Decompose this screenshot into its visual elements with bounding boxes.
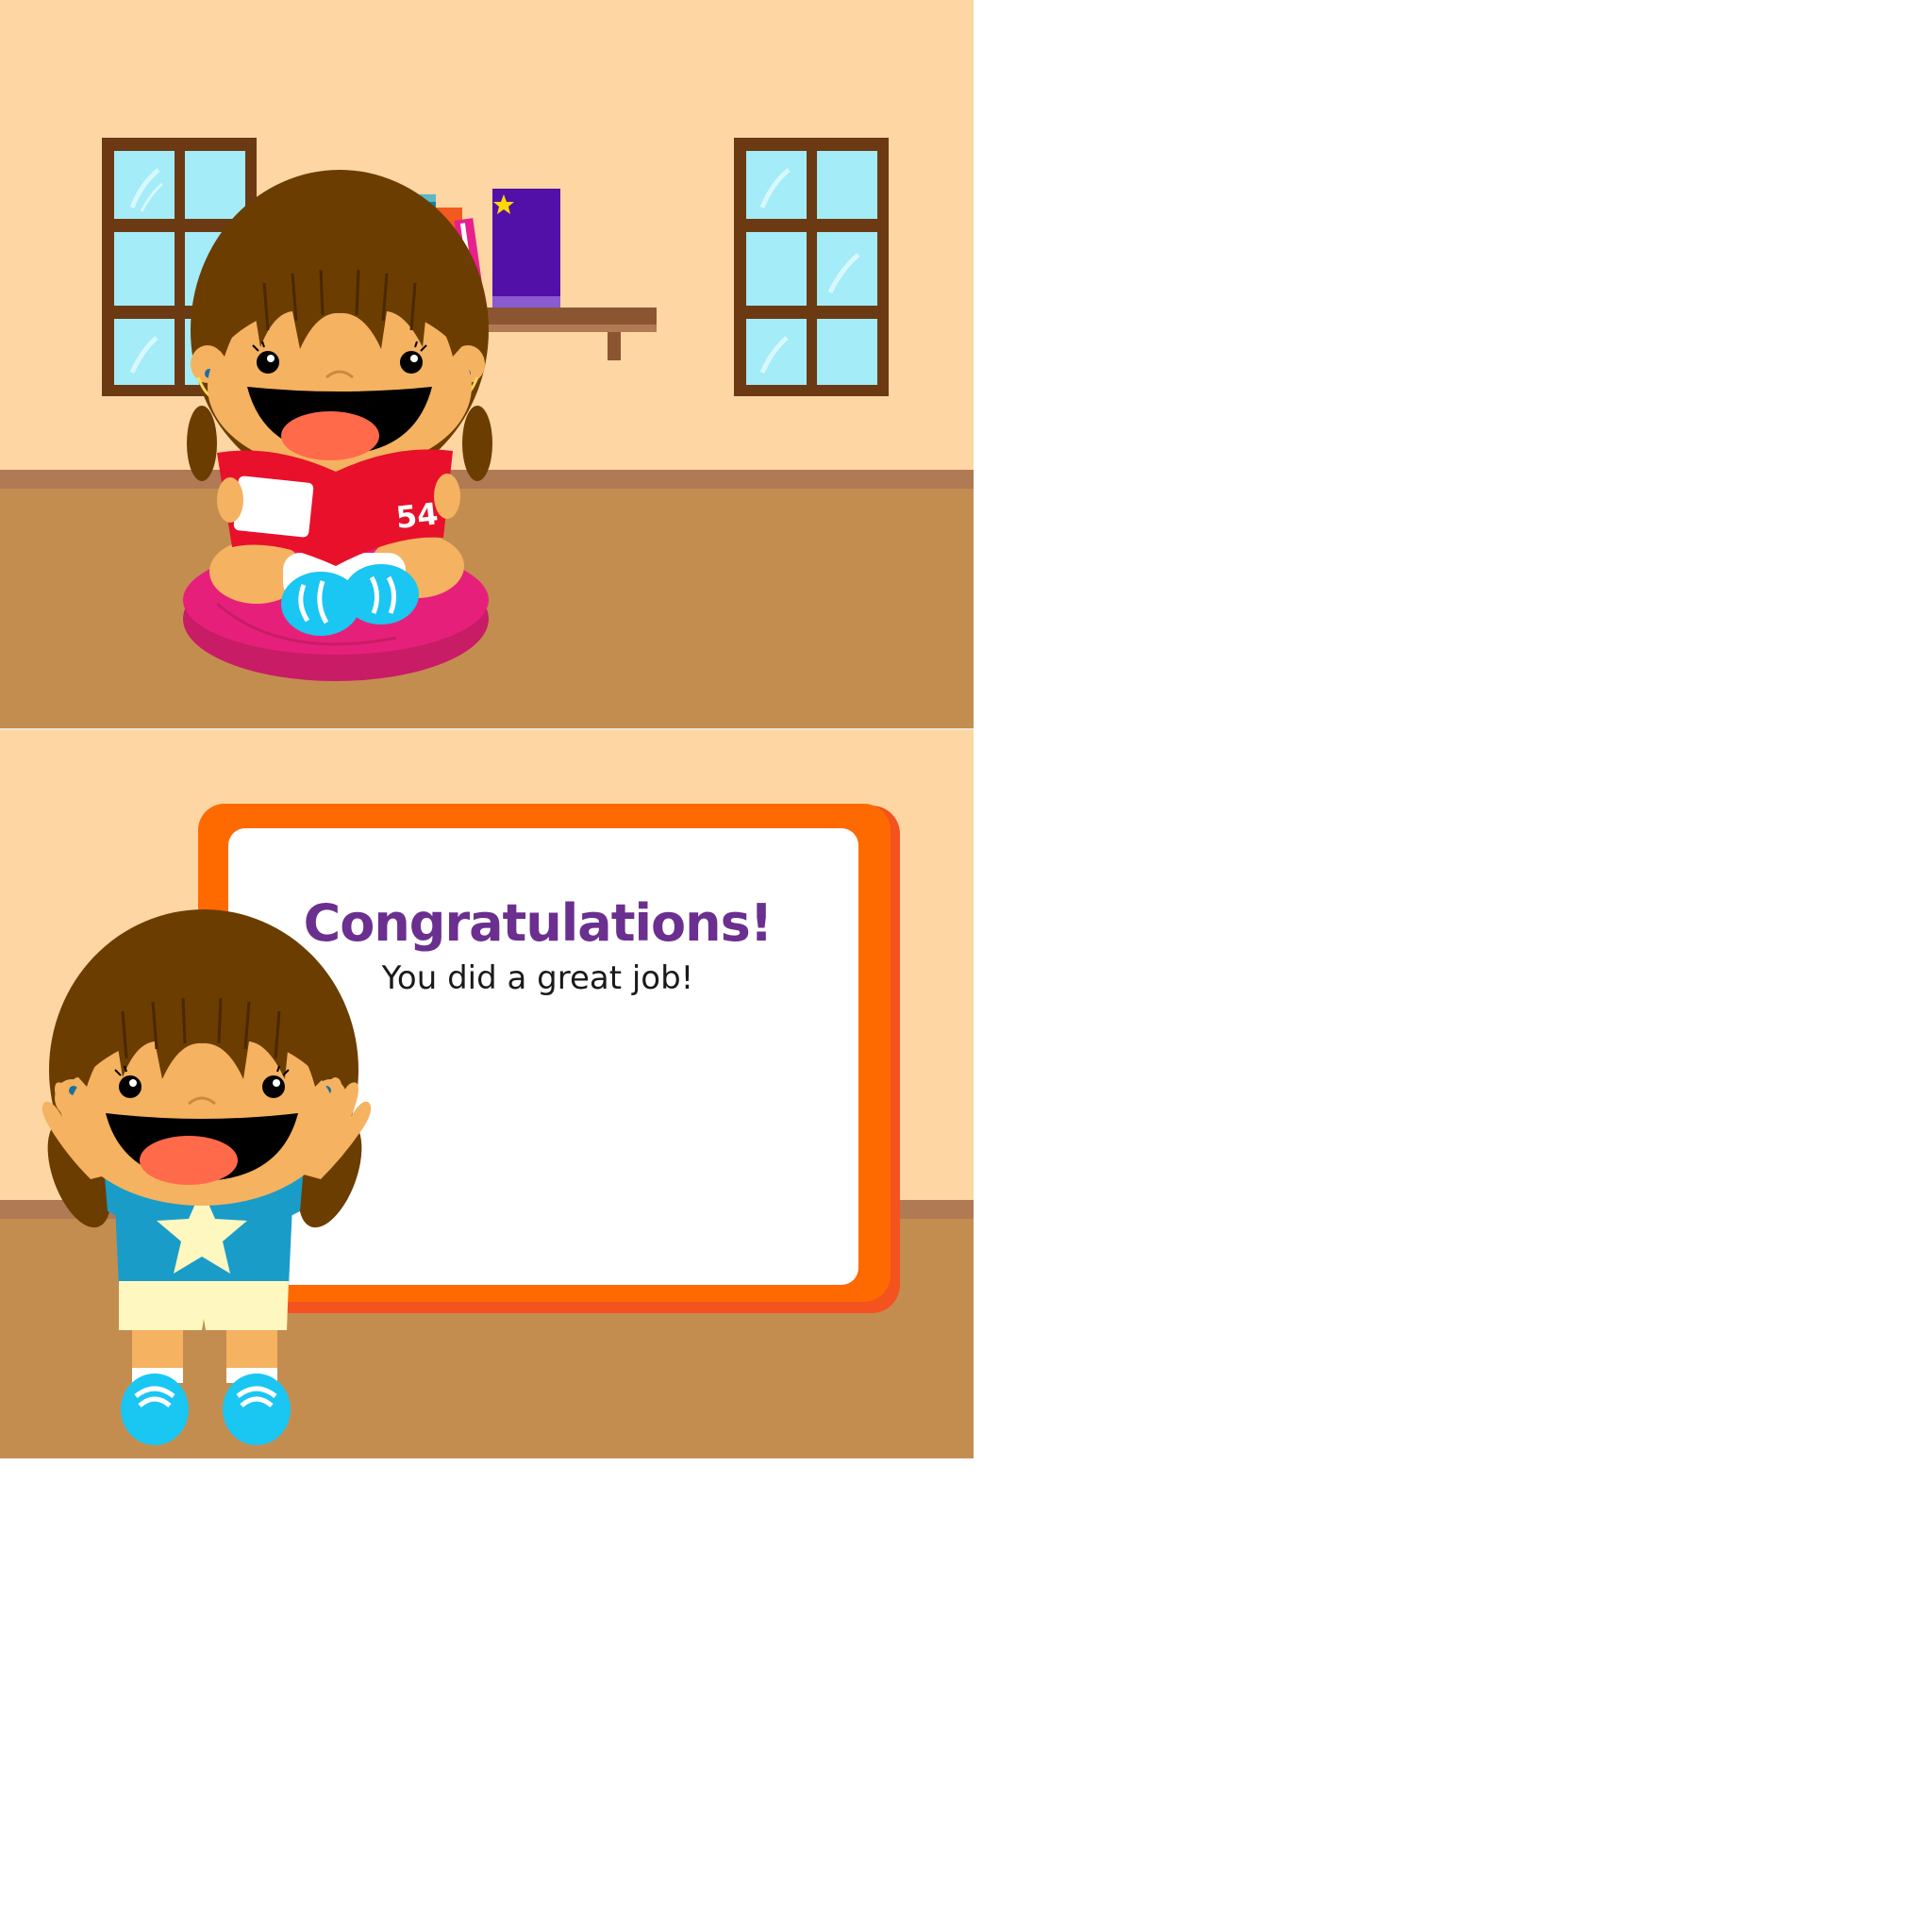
congratulations-title: Congratulations! xyxy=(303,893,774,953)
congratulations-scene: Congratulations! You did a great job! xyxy=(0,730,974,1458)
girl-reading xyxy=(187,170,492,636)
page: 54 Congratulations! You did a great job! xyxy=(0,0,1932,1932)
shoe-left xyxy=(121,1374,189,1445)
congratulations-illustration xyxy=(0,730,974,1458)
reading-illustration: 54 xyxy=(0,0,974,728)
book-number: 54 xyxy=(394,495,440,535)
reading-scene: 54 xyxy=(0,0,974,728)
window-right xyxy=(734,138,889,396)
shoe-right xyxy=(223,1374,291,1445)
congratulations-subtitle: You did a great job! xyxy=(381,959,694,997)
shoe-right xyxy=(343,564,419,625)
